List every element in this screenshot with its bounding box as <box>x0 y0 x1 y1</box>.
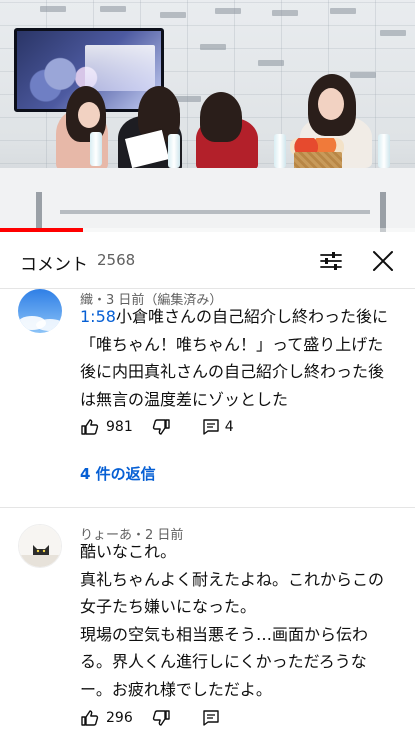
water-bottle <box>378 134 390 168</box>
person-3-hair <box>200 92 242 142</box>
backdrop-logo <box>380 30 406 36</box>
thumbs-up-icon <box>81 710 99 726</box>
sliders-icon <box>320 252 342 270</box>
like-button[interactable]: 296 <box>80 708 133 728</box>
thumbs-down-icon <box>152 710 170 726</box>
backdrop-logo <box>330 8 356 14</box>
commenter-avatar[interactable] <box>18 289 62 333</box>
backdrop-logo <box>272 10 298 16</box>
comments-title: コメント <box>20 255 88 275</box>
desk <box>0 168 415 232</box>
backdrop-logo <box>175 96 201 102</box>
thumbs-up-icon <box>81 419 99 435</box>
person-4-face <box>318 88 344 120</box>
desk-leg <box>380 192 386 232</box>
close-icon <box>373 251 393 271</box>
comments-count: 2568 <box>97 251 136 269</box>
comment-separator <box>0 507 415 508</box>
comment-actions: 296 <box>80 706 221 730</box>
comments-header: コメント 2568 <box>0 232 415 288</box>
thumbs-down-icon <box>152 419 170 435</box>
comment-line: 真礼ちゃんよく耐えたよね。これからこの女子たち嫌いになった。 <box>80 569 385 617</box>
reply-comment-icon <box>203 710 219 726</box>
backdrop-logo <box>258 60 284 66</box>
reply-comment-icon <box>203 419 219 435</box>
dislike-button[interactable] <box>151 417 171 437</box>
person-1-face <box>78 102 100 128</box>
comment-thread-2: りょーあ・2 日前 酷いなこれ。 真礼ちゃんよく耐えたよね。これからこの女子たち… <box>0 524 415 739</box>
like-count: 981 <box>106 419 133 435</box>
reply-button[interactable] <box>201 708 221 728</box>
timestamp-link[interactable]: 1:58 <box>80 307 116 326</box>
comment-line: 酷いなこれ。 <box>80 542 177 561</box>
comment-thread-1: 織・3 日前（編集済み） 1:58小倉唯さんの自己紹介し終わった後に「唯ちゃん！… <box>0 289 415 505</box>
commenter-avatar[interactable] <box>18 524 62 568</box>
desk-leg <box>36 192 42 232</box>
desk-rail <box>60 210 370 214</box>
comment-actions: 981 4 <box>80 415 234 439</box>
comment-text: 1:58小倉唯さんの自己紹介し終わった後に「唯ちゃん！唯ちゃん！」って盛り上げた… <box>80 303 398 413</box>
comment-line: 現場の空気も相当悪そう…画面から伝わる。界人くん進行しにくかっただろうなー。お疲… <box>80 624 369 699</box>
backdrop-logo <box>200 44 226 50</box>
reply-button[interactable]: 4 <box>201 417 234 437</box>
comment-text: 酷いなこれ。 真礼ちゃんよく耐えたよね。これからこの女子たち嫌いになった。 現場… <box>80 538 398 703</box>
close-comments-button[interactable] <box>368 246 398 276</box>
view-replies-link[interactable]: 4 件の返信 <box>80 463 156 484</box>
monitor-title-card <box>85 45 155 91</box>
like-button[interactable]: 981 <box>80 417 133 437</box>
blue-sky-avatar <box>18 289 62 333</box>
backdrop-logo <box>160 12 186 18</box>
cat-avatar <box>19 525 61 567</box>
comment-text-body: 小倉唯さんの自己紹介し終わった後に「唯ちゃん！唯ちゃん！」って盛り上げた後に内田… <box>80 307 388 409</box>
reply-count: 4 <box>224 419 234 435</box>
video-player[interactable] <box>0 0 415 232</box>
backdrop-logo <box>100 6 126 12</box>
backdrop-logo <box>215 8 241 14</box>
backdrop-logo <box>350 72 376 78</box>
dislike-button[interactable] <box>151 708 171 728</box>
water-bottle <box>168 134 180 168</box>
backdrop-logo <box>40 6 66 12</box>
water-bottle <box>90 132 102 166</box>
sort-filter-button[interactable] <box>316 246 346 276</box>
water-bottle <box>274 134 286 168</box>
like-count: 296 <box>106 710 133 726</box>
